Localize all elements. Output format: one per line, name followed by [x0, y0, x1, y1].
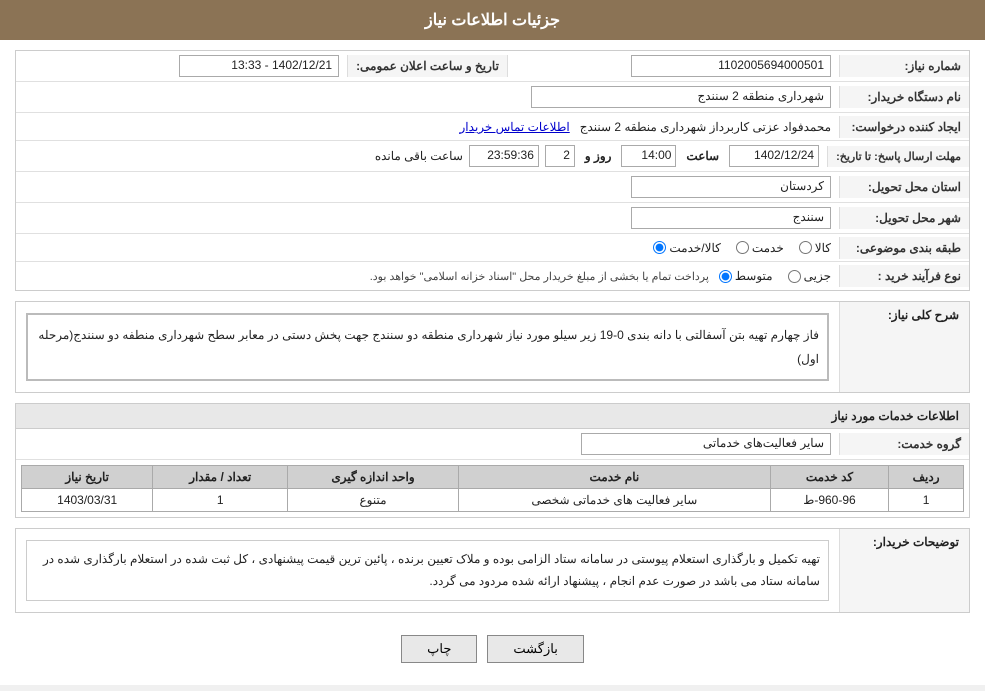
- cell-radif: 1: [889, 489, 964, 512]
- ostan-row: استان محل تحویل: کردستان: [16, 172, 969, 203]
- farayand-motavset-radio[interactable]: [719, 270, 732, 283]
- tabaqeh-value: کالا خدمت کالا/خدمت: [16, 237, 839, 259]
- content-area: شماره نیاز: 1102005694000501 تاریخ و ساع…: [0, 40, 985, 685]
- khadamat-title: اطلاعات خدمات مورد نیاز: [16, 404, 969, 429]
- farayand-motavset-option[interactable]: متوسط: [719, 269, 773, 283]
- shahr-value: سنندج: [16, 203, 839, 233]
- button-row: بازگشت چاپ: [15, 623, 970, 675]
- ijad-text: محمدفواد عزتی کاربرداز شهرداری منطقه 2 س…: [580, 120, 831, 134]
- sharh-label: شرح کلی نیاز:: [839, 302, 969, 392]
- goroh-row: گروه خدمت: سایر فعالیت‌های خدماتی: [16, 429, 969, 460]
- cell-vahed: متنوع: [288, 489, 459, 512]
- ostan-value: کردستان: [16, 172, 839, 202]
- farayand-jozii-option[interactable]: جزیی: [788, 269, 831, 283]
- table-header-row: ردیف کد خدمت نام خدمت واحد اندازه گیری ت…: [22, 466, 964, 489]
- ijad-row: ایجاد کننده درخواست: محمدفواد عزتی کاربر…: [16, 113, 969, 141]
- tabaqeh-khedmat-label: خدمت: [752, 241, 784, 255]
- tabaqeh-khedmat-radio[interactable]: [736, 241, 749, 254]
- mohlat-saat-box: 14:00: [621, 145, 676, 167]
- page-wrapper: جزئیات اطلاعات نیاز شماره نیاز: 11020056…: [0, 0, 985, 685]
- ijad-label: ایجاد کننده درخواست:: [839, 116, 969, 138]
- shomara-value: 1102005694000501: [508, 51, 839, 81]
- ijad-value: محمدفواد عزتی کاربرداز شهرداری منطقه 2 س…: [16, 116, 839, 138]
- mohlat-value: 1402/12/24 ساعت 14:00 روز و 2 23:59:36 س…: [16, 141, 827, 171]
- table-wrapper: ردیف کد خدمت نام خدمت واحد اندازه گیری ت…: [16, 460, 969, 517]
- tabaqeh-label: طبقه بندی موضوعی:: [839, 237, 969, 259]
- tosihaat-value: تهیه تکمیل و بارگذاری استعلام پیوستی در …: [16, 529, 839, 612]
- saat-label: ساعت: [682, 149, 723, 163]
- shomara-box: 1102005694000501: [631, 55, 831, 77]
- top-section: شماره نیاز: 1102005694000501 تاریخ و ساع…: [15, 50, 970, 291]
- tabaqeh-kala-label: کالا: [815, 241, 831, 255]
- tosihaat-label: توضیحات خریدار:: [839, 529, 969, 612]
- col-kod: کد خدمت: [770, 466, 888, 489]
- farayand-motavset-label: متوسط: [735, 269, 773, 283]
- tosihaat-section: توضیحات خریدار: تهیه تکمیل و بارگذاری اس…: [15, 528, 970, 613]
- cell-tedad: 1: [153, 489, 288, 512]
- dastgah-label: نام دستگاه خریدار:: [839, 86, 969, 108]
- cell-nam: سایر فعالیت های خدماتی شخصی: [458, 489, 770, 512]
- tabaqeh-khedmat-option[interactable]: خدمت: [736, 241, 784, 255]
- farayand-label: نوع فرآیند خرید :: [839, 265, 969, 287]
- farayand-note: پرداخت تمام یا بخشی از مبلغ خریدار محل "…: [370, 270, 709, 283]
- shomara-label: شماره نیاز:: [839, 55, 969, 77]
- rooz-label: روز و: [581, 149, 616, 163]
- cell-tarikh: 1403/03/31: [22, 489, 153, 512]
- sharh-text: فاز چهارم تهیه بتن آسفالتی با دانه بندی …: [26, 313, 829, 381]
- farayand-jozii-label: جزیی: [804, 269, 831, 283]
- table-row: 1 960-96-ط سایر فعالیت های خدماتی شخصی م…: [22, 489, 964, 512]
- tarikh-label: تاریخ و ساعت اعلان عمومی:: [347, 55, 508, 77]
- col-radif: ردیف: [889, 466, 964, 489]
- tarikh-box: 1402/12/21 - 13:33: [179, 55, 339, 77]
- tabaqeh-kalakhedmat-radio[interactable]: [653, 241, 666, 254]
- tosihaat-text: تهیه تکمیل و بارگذاری استعلام پیوستی در …: [26, 540, 829, 601]
- tarikh-value: 1402/12/21 - 13:33: [16, 51, 347, 81]
- shomara-tarikh-row: شماره نیاز: 1102005694000501 تاریخ و ساع…: [16, 51, 969, 82]
- ostan-box: کردستان: [631, 176, 831, 198]
- tabaqeh-kalakhedmat-option[interactable]: کالا/خدمت: [653, 241, 720, 255]
- goroh-label: گروه خدمت:: [839, 433, 969, 455]
- shahr-row: شهر محل تحویل: سنندج: [16, 203, 969, 234]
- col-tedad: تعداد / مقدار: [153, 466, 288, 489]
- farayand-jozii-radio[interactable]: [788, 270, 801, 283]
- mohlat-date-box: 1402/12/24: [729, 145, 819, 167]
- mohlat-rooz-box: 2: [545, 145, 575, 167]
- shahr-label: شهر محل تحویل:: [839, 207, 969, 229]
- mohlat-row: مهلت ارسال پاسخ: تا تاریخ: 1402/12/24 سا…: [16, 141, 969, 172]
- page-title: جزئیات اطلاعات نیاز: [425, 12, 560, 29]
- print-button[interactable]: چاپ: [401, 635, 477, 663]
- tabaqeh-kala-option[interactable]: کالا: [799, 241, 831, 255]
- tabaqeh-kala-radio[interactable]: [799, 241, 812, 254]
- back-button[interactable]: بازگشت: [487, 635, 583, 663]
- remaining-text: ساعت باقی مانده: [375, 149, 463, 163]
- tabaqeh-kalakhedmat-label: کالا/خدمت: [669, 241, 720, 255]
- countdown-box: 23:59:36: [469, 145, 539, 167]
- farayand-value: جزیی متوسط پرداخت تمام یا بخشی از مبلغ خ…: [16, 265, 839, 287]
- dastgah-box: شهرداری منطقه 2 سنندج: [531, 86, 831, 108]
- cell-kod: 960-96-ط: [770, 489, 888, 512]
- goroh-value: سایر فعالیت‌های خدماتی: [16, 429, 839, 459]
- sharh-value: فاز چهارم تهیه بتن آسفالتی با دانه بندی …: [16, 302, 839, 392]
- tabaqeh-radio-group: کالا خدمت کالا/خدمت: [24, 241, 831, 255]
- farayand-radio-group: جزیی متوسط: [719, 269, 831, 283]
- khadamat-section: اطلاعات خدمات مورد نیاز گروه خدمت: سایر …: [15, 403, 970, 518]
- dastgah-value: شهرداری منطقه 2 سنندج: [16, 82, 839, 112]
- ettelaat-tamas-link[interactable]: اطلاعات تماس خریدار: [460, 120, 570, 134]
- col-vahed: واحد اندازه گیری: [288, 466, 459, 489]
- services-table: ردیف کد خدمت نام خدمت واحد اندازه گیری ت…: [21, 465, 964, 512]
- goroh-box: سایر فعالیت‌های خدماتی: [581, 433, 831, 455]
- farayand-row: نوع فرآیند خرید : جزیی متوسط: [16, 262, 969, 290]
- shahr-box: سنندج: [631, 207, 831, 229]
- ostan-label: استان محل تحویل:: [839, 176, 969, 198]
- sharh-section: شرح کلی نیاز: فاز چهارم تهیه بتن آسفالتی…: [15, 301, 970, 393]
- page-header: جزئیات اطلاعات نیاز: [0, 0, 985, 40]
- col-nam: نام خدمت: [458, 466, 770, 489]
- col-tarikh: تاریخ نیاز: [22, 466, 153, 489]
- mohlat-label: مهلت ارسال پاسخ: تا تاریخ:: [827, 146, 969, 167]
- dastgah-row: نام دستگاه خریدار: شهرداری منطقه 2 سنندج: [16, 82, 969, 113]
- tabaqeh-row: طبقه بندی موضوعی: کالا خدمت کالا/خدمت: [16, 234, 969, 262]
